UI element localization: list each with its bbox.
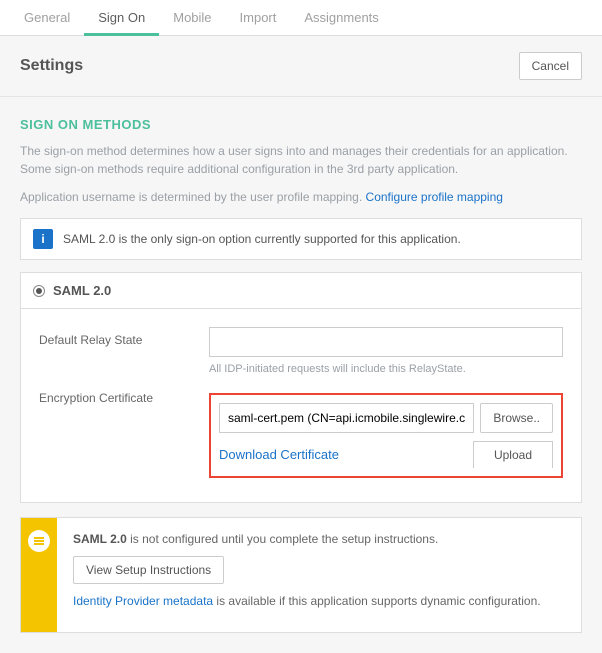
relay-input[interactable] (209, 327, 563, 357)
cancel-button[interactable]: Cancel (519, 52, 582, 80)
relay-hint: All IDP-initiated requests will include … (209, 363, 563, 375)
content-area: SIGN ON METHODS The sign-on method deter… (0, 97, 602, 653)
page-header: Settings Cancel (0, 36, 602, 97)
idp-metadata-link[interactable]: Identity Provider metadata (73, 594, 213, 608)
tab-assignments[interactable]: Assignments (290, 0, 392, 35)
warn-body: SAML 2.0 is not configured until you com… (57, 518, 581, 632)
username-note: Application username is determined by th… (20, 188, 582, 206)
tabs-nav: General Sign On Mobile Import Assignment… (0, 0, 602, 36)
tab-import[interactable]: Import (226, 0, 291, 35)
info-icon: i (33, 229, 53, 249)
cert-highlight-box: Browse.. Download Certificate Upload (209, 393, 563, 478)
warning-banner: SAML 2.0 is not configured until you com… (20, 517, 582, 633)
view-setup-button[interactable]: View Setup Instructions (73, 556, 224, 584)
section-description: The sign-on method determines how a user… (20, 142, 582, 178)
section-title: SIGN ON METHODS (20, 117, 582, 132)
list-icon (28, 530, 50, 552)
panel-head: SAML 2.0 (21, 273, 581, 309)
saml-panel: SAML 2.0 Default Relay State All IDP-ini… (20, 272, 582, 503)
cert-input[interactable] (219, 403, 474, 433)
cert-label: Encryption Certificate (39, 385, 209, 405)
warn-stripe (21, 518, 57, 632)
panel-body: Default Relay State All IDP-initiated re… (21, 309, 581, 502)
info-banner: i SAML 2.0 is the only sign-on option cu… (20, 218, 582, 260)
upload-button[interactable]: Upload (473, 441, 553, 468)
browse-button[interactable]: Browse.. (480, 403, 553, 433)
download-cert-link[interactable]: Download Certificate (219, 447, 339, 462)
info-text: SAML 2.0 is the only sign-on option curr… (63, 232, 461, 246)
tab-mobile[interactable]: Mobile (159, 0, 225, 35)
page-title: Settings (20, 57, 83, 75)
configure-profile-link[interactable]: Configure profile mapping (366, 190, 503, 204)
tab-general[interactable]: General (10, 0, 84, 35)
relay-label: Default Relay State (39, 327, 209, 347)
radio-saml[interactable] (33, 285, 45, 297)
panel-title: SAML 2.0 (53, 283, 111, 298)
tab-signon[interactable]: Sign On (84, 0, 159, 35)
